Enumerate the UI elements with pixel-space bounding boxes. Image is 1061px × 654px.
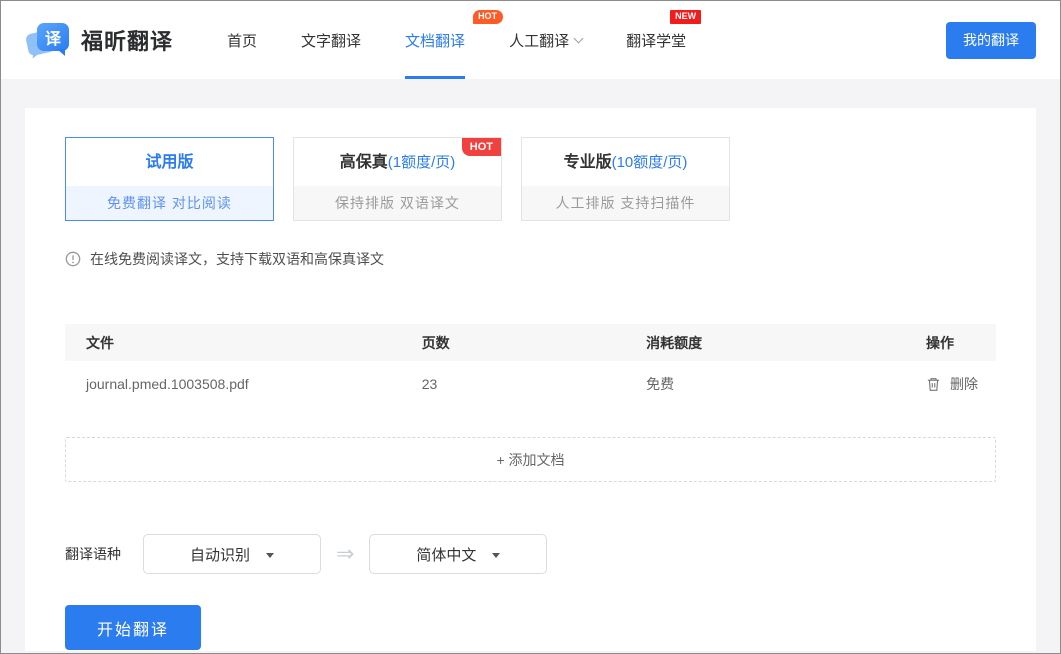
file-table: 文件 页数 消耗额度 操作 journal.pmed.1003508.pdf 2… [65, 324, 996, 406]
trash-icon [926, 376, 941, 392]
hot-badge: HOT [473, 10, 503, 24]
source-language-value: 自动识别 [190, 544, 250, 565]
new-badge: NEW [670, 10, 701, 24]
plan-selector: 试用版 免费翻译 对比阅读 HOT 高保真(1额度/页) 保持排版 双语译文 专… [65, 137, 996, 221]
file-quota: 免费 [646, 374, 926, 394]
add-document-dropzone[interactable]: + 添加文档 [65, 437, 996, 482]
logo-glyph: 译 [37, 23, 69, 51]
plan-features: 人工排版 支持扫描件 [522, 186, 729, 220]
plan-title: 专业版 [564, 154, 612, 171]
direction-arrow-icon: ⇒ [336, 541, 354, 567]
plan-card-high-fidelity[interactable]: HOT 高保真(1额度/页) 保持排版 双语译文 [293, 137, 502, 221]
language-row: 翻译语种 自动识别 ⇒ 简体中文 [65, 534, 996, 574]
app-logo[interactable]: 译 福昕翻译 [27, 21, 173, 59]
plan-features: 保持排版 双语译文 [294, 186, 501, 220]
my-translations-button[interactable]: 我的翻译 [946, 22, 1036, 59]
top-navbar: 译 福昕翻译 首页 文字翻译 文档翻译 HOT 人工翻译 翻译学堂 NEW 我的… [1, 1, 1060, 79]
table-header-row: 文件 页数 消耗额度 操作 [65, 324, 996, 361]
notice-row: 在线免费阅读译文，支持下载双语和高保真译文 [65, 249, 996, 269]
chevron-down-icon [574, 33, 584, 43]
file-name: journal.pmed.1003508.pdf [65, 376, 422, 392]
caret-down-icon [266, 553, 274, 558]
nav-item-document-translate[interactable]: 文档翻译 HOT [405, 1, 465, 79]
plan-price-suffix: (10额度/页) [612, 154, 688, 171]
add-document-label: + 添加文档 [496, 450, 564, 470]
target-language-value: 简体中文 [416, 544, 476, 565]
target-language-select[interactable]: 简体中文 [369, 534, 547, 574]
logo-speech-bubble-icon: 译 [27, 21, 71, 59]
col-header-pages: 页数 [422, 333, 646, 353]
content-panel: 试用版 免费翻译 对比阅读 HOT 高保真(1额度/页) 保持排版 双语译文 专… [25, 108, 1036, 651]
nav-item-human-translate[interactable]: 人工翻译 [509, 1, 582, 79]
source-language-select[interactable]: 自动识别 [143, 534, 321, 574]
start-translation-button[interactable]: 开始翻译 [65, 605, 201, 650]
delete-label: 删除 [950, 374, 978, 394]
plan-card-professional[interactable]: 专业版(10额度/页) 人工排版 支持扫描件 [521, 137, 730, 221]
nav-item-home[interactable]: 首页 [227, 1, 257, 79]
delete-file-button[interactable]: 删除 [926, 374, 996, 394]
hot-badge: HOT [462, 138, 501, 156]
logo-text: 福昕翻译 [81, 24, 173, 56]
plan-price-suffix: (1额度/页) [388, 154, 456, 171]
plan-card-trial[interactable]: 试用版 免费翻译 对比阅读 [65, 137, 274, 221]
table-row: journal.pmed.1003508.pdf 23 免费 删除 [65, 361, 996, 406]
file-pages: 23 [422, 376, 646, 392]
col-header-file: 文件 [65, 333, 422, 353]
col-header-quota: 消耗额度 [646, 333, 926, 353]
language-label: 翻译语种 [65, 544, 121, 564]
caret-down-icon [492, 553, 500, 558]
plan-features: 免费翻译 对比阅读 [66, 186, 273, 220]
plan-title: 试用版 [145, 154, 193, 171]
col-header-action: 操作 [926, 333, 996, 353]
nav-item-text-translate[interactable]: 文字翻译 [301, 1, 361, 79]
info-icon [65, 251, 81, 267]
plan-title: 高保真 [340, 154, 388, 171]
main-nav: 首页 文字翻译 文档翻译 HOT 人工翻译 翻译学堂 NEW [227, 1, 730, 79]
notice-text: 在线免费阅读译文，支持下载双语和高保真译文 [90, 249, 384, 269]
nav-item-translate-academy[interactable]: 翻译学堂 NEW [626, 1, 686, 79]
